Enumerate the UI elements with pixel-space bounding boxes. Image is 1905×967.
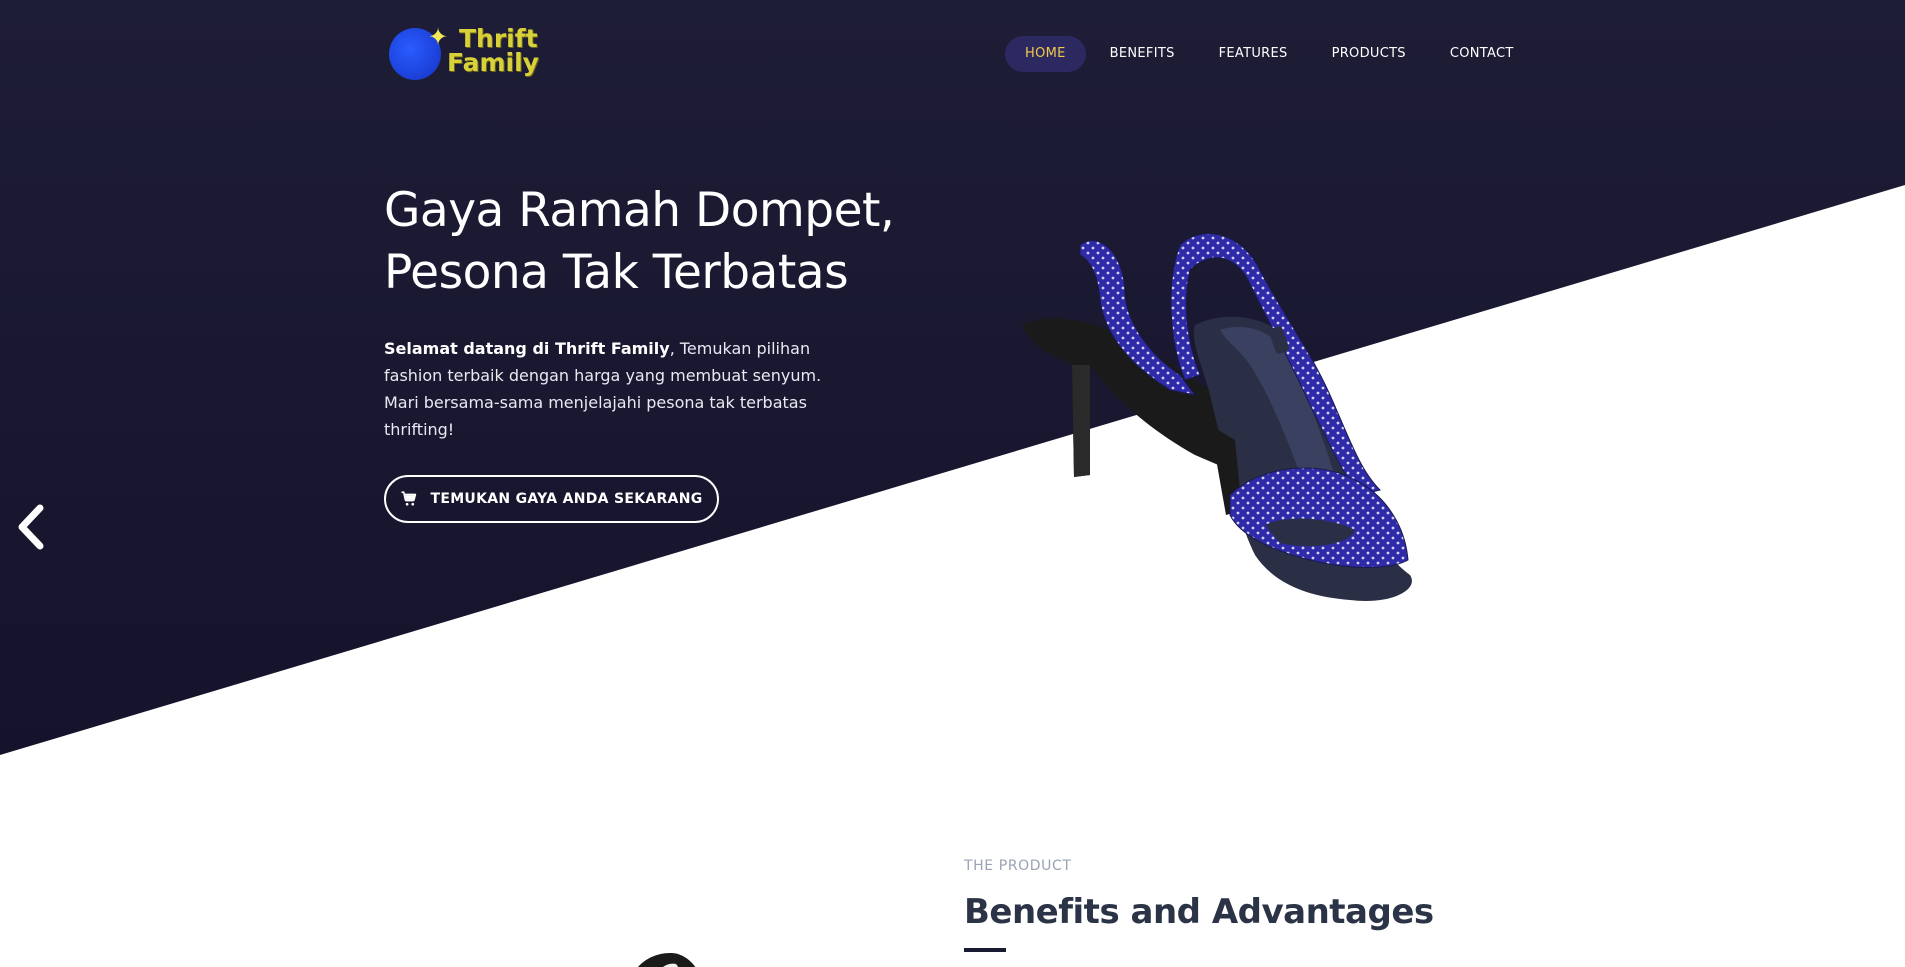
hero-background (0, 0, 1905, 755)
section-title: Benefits and Advantages (964, 892, 1434, 932)
product-image-partial (638, 953, 696, 967)
nav-item-features[interactable]: FEATURES (1199, 36, 1308, 72)
chevron-left-icon[interactable] (14, 502, 50, 552)
hero-title-line2: Pesona Tak Terbatas (384, 245, 849, 300)
hero-description-bold: Selamat datang di Thrift Family (384, 339, 670, 358)
hero-description: Selamat datang di Thrift Family, Temukan… (384, 335, 844, 443)
hero-title: Gaya Ramah Dompet, Pesona Tak Terbatas (384, 180, 904, 304)
nav-item-benefits[interactable]: BENEFITS (1090, 36, 1195, 72)
brand-name: Thrift Family (447, 26, 539, 77)
shop-now-label: TEMUKAN GAYA ANDA SEKARANG (430, 491, 703, 507)
section-title-underline (964, 948, 1006, 952)
cart-icon (401, 491, 417, 506)
nav-item-home[interactable]: HOME (1005, 36, 1086, 72)
hero-shoe-image (1022, 233, 1412, 601)
shop-now-button[interactable]: TEMUKAN GAYA ANDA SEKARANG (384, 475, 719, 523)
hero-title-line1: Gaya Ramah Dompet, (384, 183, 895, 238)
brand-name-line2: Family (447, 48, 539, 77)
nav-item-products[interactable]: PRODUCTS (1312, 36, 1426, 72)
nav-item-contact[interactable]: CONTACT (1430, 36, 1534, 72)
brand-logo[interactable]: ✦ Thrift Family (385, 24, 560, 84)
main-nav: HOME BENEFITS FEATURES PRODUCTS CONTACT (1005, 36, 1538, 72)
section-eyebrow: THE PRODUCT (964, 858, 1072, 874)
